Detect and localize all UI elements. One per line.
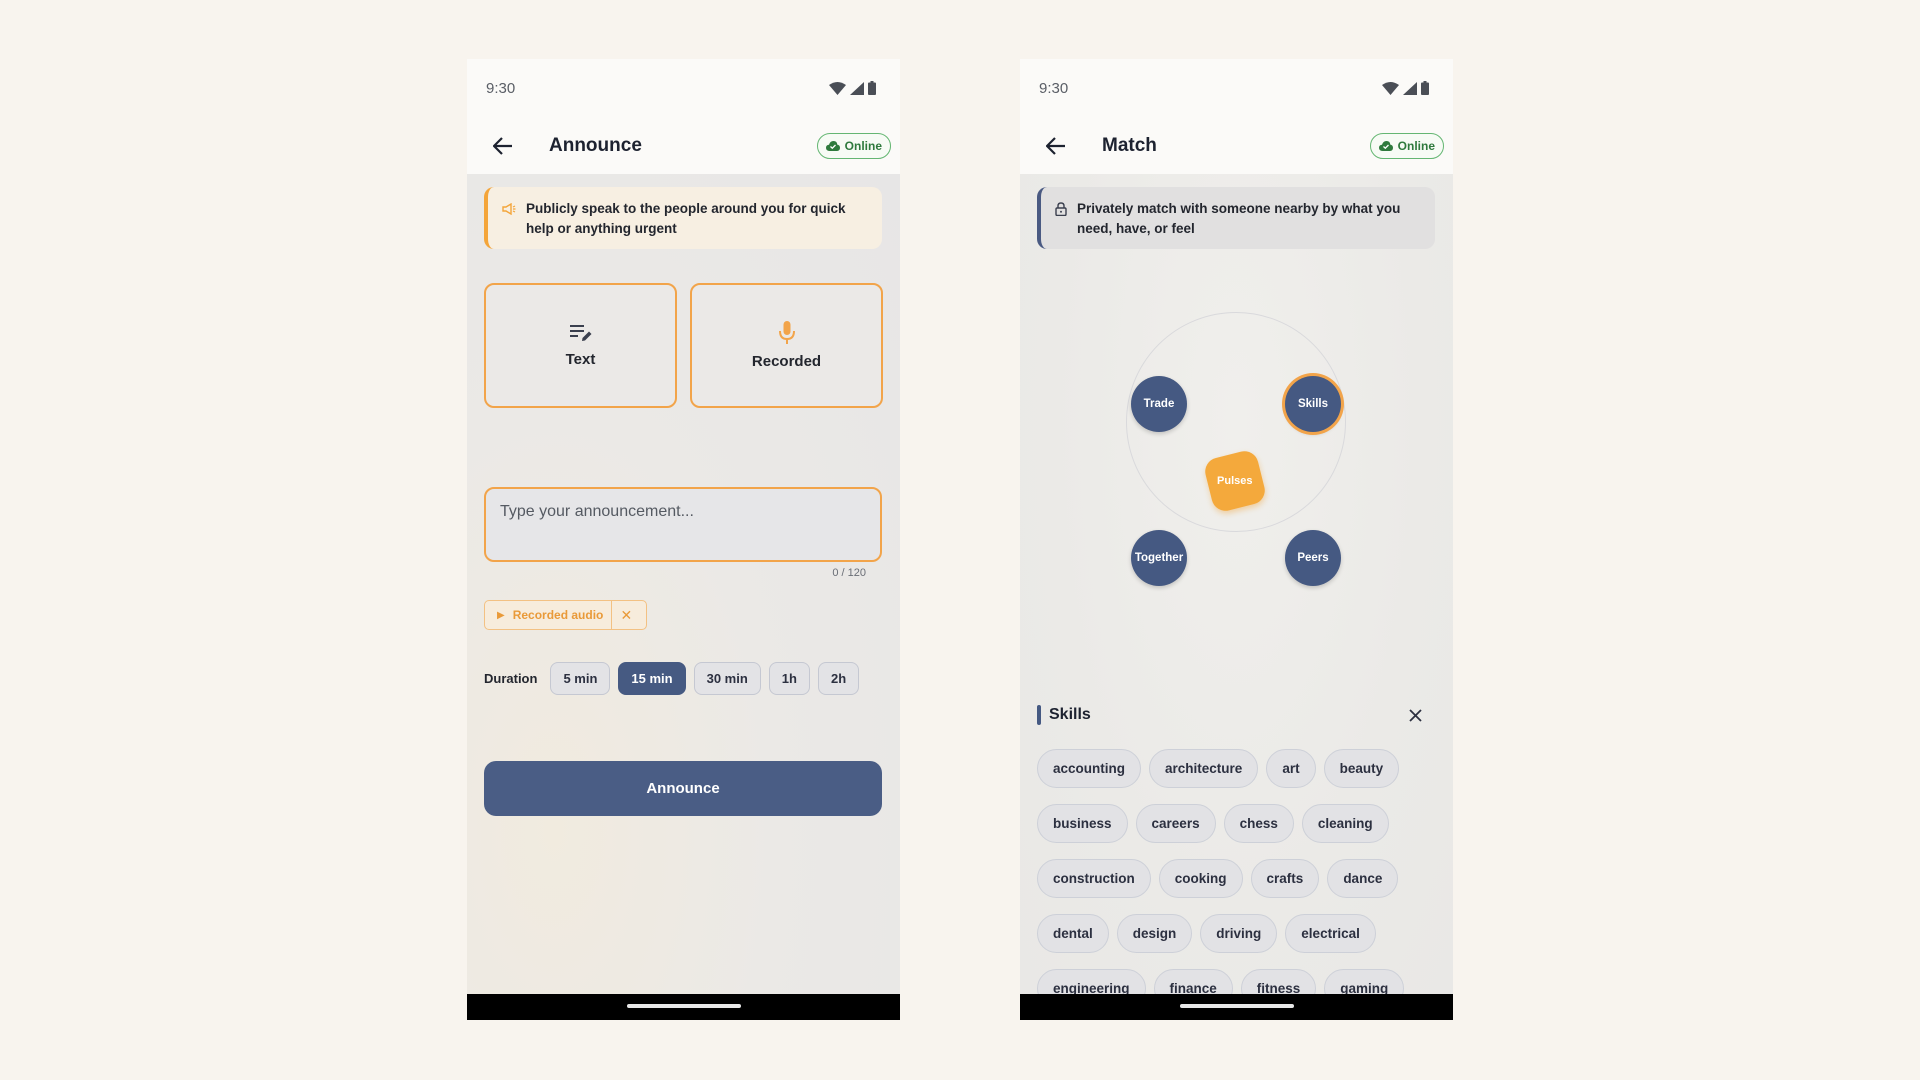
close-icon — [1408, 708, 1422, 722]
announcement-placeholder: Type your announcement... — [500, 503, 694, 520]
lock-icon — [1055, 202, 1067, 216]
online-status-badge: Online — [1369, 132, 1444, 159]
cloud-check-icon — [825, 140, 840, 151]
status-bar: 9:30 — [1020, 59, 1453, 117]
arrow-left-icon — [493, 136, 512, 155]
skill-chip[interactable]: accounting — [1037, 749, 1142, 788]
status-bar: 9:30 — [467, 59, 900, 117]
megaphone-icon — [502, 203, 516, 215]
recorded-audio-label: Recorded audio — [512, 608, 604, 622]
announce-content: Publicly speak to the people around you … — [467, 174, 900, 994]
wifi-icon — [829, 81, 846, 95]
online-label: Online — [844, 138, 882, 153]
skill-chip[interactable]: electrical — [1285, 914, 1376, 953]
info-banner: Publicly speak to the people around you … — [484, 187, 882, 249]
status-time: 9:30 — [1039, 79, 1069, 97]
duration-selector: Duration 5 min 15 min 30 min 1h 2h — [484, 662, 860, 695]
pulses-label: Pulses — [1217, 475, 1253, 487]
home-handle[interactable] — [626, 1004, 741, 1008]
duration-label: Duration — [484, 671, 538, 686]
match-content: Privately match with someone nearby by w… — [1020, 174, 1453, 1008]
duration-chip[interactable]: 2h — [817, 662, 860, 695]
skill-chip[interactable]: business — [1037, 804, 1128, 843]
skills-chip-list: accounting architecture art beauty business c… — [1037, 749, 1437, 1020]
skill-chip[interactable]: cleaning — [1301, 804, 1389, 843]
duration-chip[interactable]: 1h — [768, 662, 810, 695]
app-bar: Match Online — [1020, 117, 1453, 174]
skill-chip[interactable]: art — [1266, 749, 1316, 788]
status-time: 9:30 — [486, 79, 516, 97]
edit-note-icon — [569, 325, 591, 341]
gesture-nav-bar — [1020, 994, 1453, 1020]
duration-chip[interactable]: 30 min — [693, 662, 761, 695]
skill-chip[interactable]: architecture — [1149, 749, 1259, 788]
skill-chip[interactable]: beauty — [1323, 749, 1400, 788]
gesture-nav-bar — [467, 994, 900, 1020]
info-banner: Privately match with someone nearby by w… — [1037, 187, 1435, 249]
battery-icon — [1421, 81, 1429, 95]
char-counter: 0 / 120 — [832, 567, 866, 579]
announce-screen: 9:30 Announce Online Publicly speak to t… — [467, 59, 900, 1020]
play-icon[interactable]: ▶ — [485, 610, 513, 621]
back-button[interactable] — [485, 128, 521, 164]
battery-icon — [868, 81, 876, 95]
banner-text: Publicly speak to the people around you … — [526, 201, 846, 236]
node-skills[interactable]: Skills — [1285, 376, 1341, 432]
signal-icon — [1403, 81, 1417, 95]
status-icons — [1382, 81, 1429, 95]
match-screen: 9:30 Match Online Privately match with s… — [1020, 59, 1453, 1020]
skill-chip[interactable]: crafts — [1250, 859, 1320, 898]
skill-chip[interactable]: dental — [1037, 914, 1109, 953]
section-accent-bar — [1037, 705, 1041, 725]
page-title: Match — [1102, 134, 1157, 156]
skill-chip[interactable]: cooking — [1158, 859, 1243, 898]
wifi-icon — [1382, 81, 1399, 95]
microphone-icon — [778, 321, 795, 344]
duration-chip[interactable]: 5 min — [550, 662, 611, 695]
close-section-button[interactable] — [1403, 703, 1427, 727]
section-title: Skills — [1049, 706, 1091, 723]
page-title: Announce — [549, 134, 642, 156]
home-handle[interactable] — [1179, 1004, 1294, 1008]
mode-text-card[interactable]: Text — [484, 283, 677, 408]
node-trade[interactable]: Trade — [1131, 376, 1187, 432]
remove-audio-icon[interactable]: ✕ — [612, 607, 640, 624]
status-icons — [829, 81, 876, 95]
skills-section-header: Skills — [1037, 703, 1427, 727]
skill-chip[interactable]: design — [1116, 914, 1193, 953]
banner-text: Privately match with someone nearby by w… — [1077, 201, 1401, 236]
announcement-input[interactable]: Type your announcement... — [484, 487, 882, 562]
mode-text-label: Text — [565, 351, 596, 368]
skill-chip[interactable]: construction — [1037, 859, 1151, 898]
cloud-check-icon — [1378, 140, 1393, 151]
mode-recorded-label: Recorded — [751, 353, 822, 370]
recorded-audio-chip: ▶ Recorded audio ✕ — [484, 600, 647, 630]
announce-button[interactable]: Announce — [484, 761, 882, 816]
mode-recorded-card[interactable]: Recorded — [690, 283, 883, 408]
skill-chip[interactable]: chess — [1223, 804, 1294, 843]
node-together[interactable]: Together — [1131, 530, 1187, 586]
app-bar: Announce Online — [467, 117, 900, 174]
signal-icon — [850, 81, 864, 95]
online-label: Online — [1397, 138, 1435, 153]
skill-chip[interactable]: driving — [1200, 914, 1278, 953]
skill-chip[interactable]: careers — [1135, 804, 1216, 843]
duration-chip-selected[interactable]: 15 min — [618, 662, 686, 695]
online-status-badge: Online — [816, 132, 891, 159]
skill-chip[interactable]: dance — [1327, 859, 1399, 898]
node-peers[interactable]: Peers — [1285, 530, 1341, 586]
back-button[interactable] — [1038, 128, 1074, 164]
arrow-left-icon — [1046, 136, 1065, 155]
